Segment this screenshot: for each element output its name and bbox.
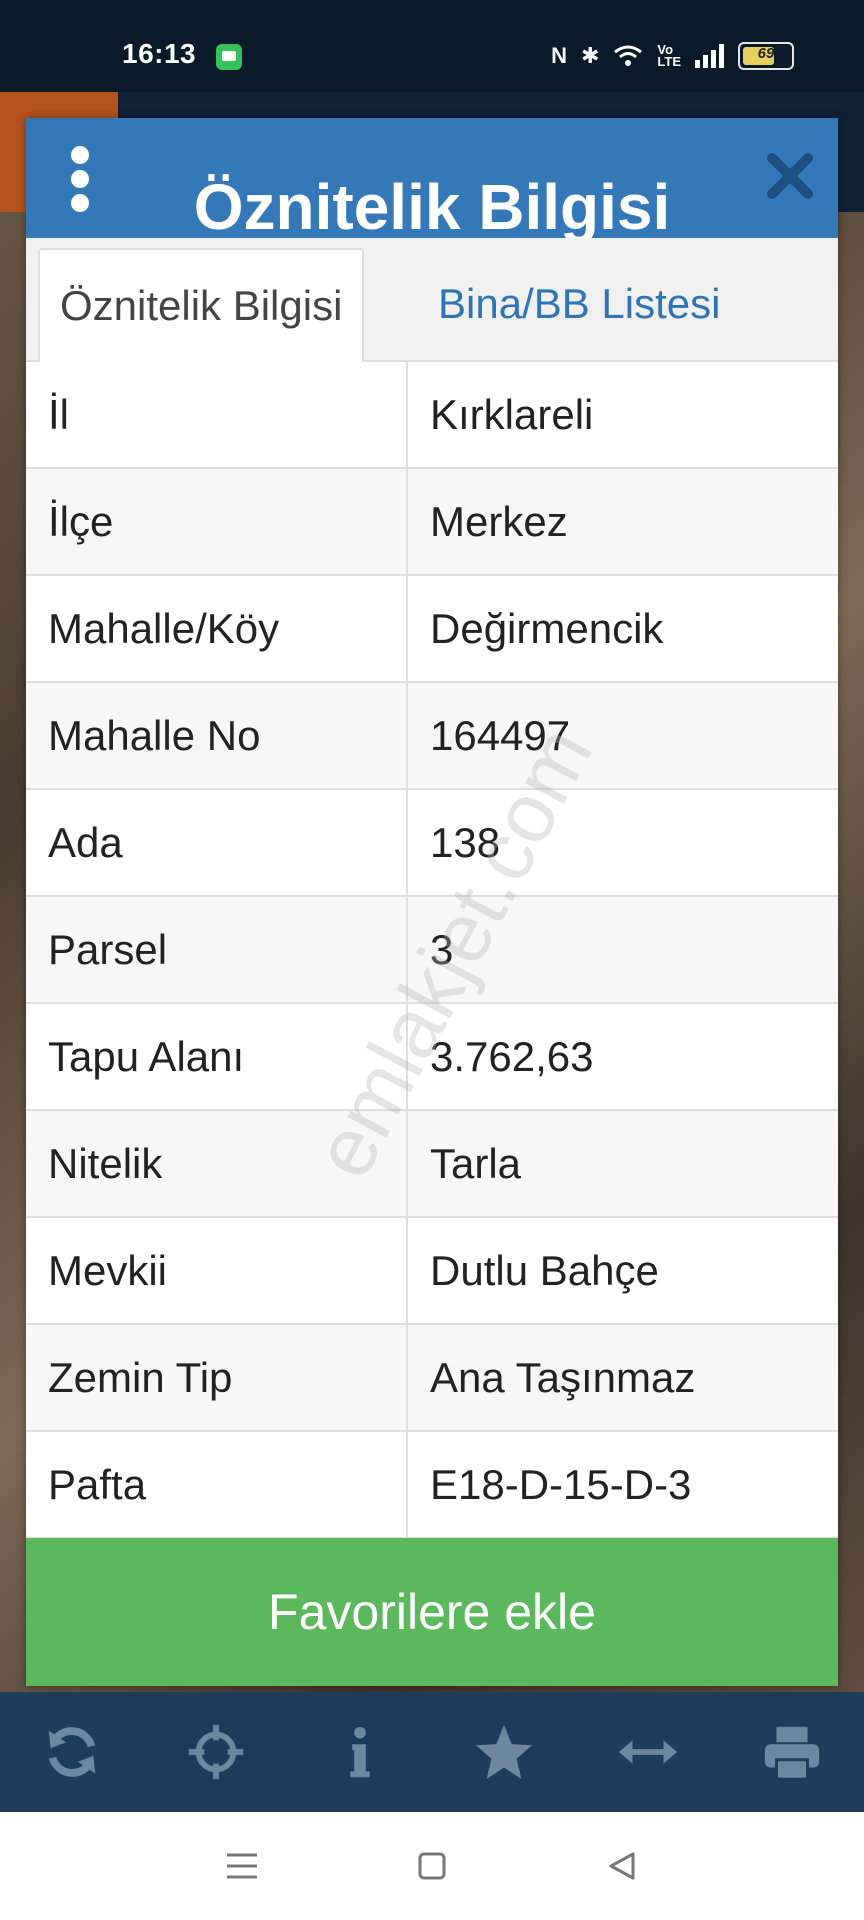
- tab-attribute-info[interactable]: Öznitelik Bilgisi: [38, 248, 365, 364]
- recent-apps-icon[interactable]: [222, 1846, 262, 1886]
- status-icons: N ✱ Vo LTE 69: [551, 42, 794, 70]
- battery-level: 69: [757, 45, 775, 62]
- nfc-icon: N: [551, 43, 567, 68]
- row-key: Mahalle No: [26, 683, 408, 788]
- row-value: 138: [430, 819, 501, 866]
- table-row: Nitelik Tarla: [26, 1111, 838, 1218]
- row-key: Pafta: [26, 1432, 408, 1537]
- print-icon[interactable]: [757, 1717, 827, 1787]
- table-row: Mahalle No 164497: [26, 683, 838, 790]
- row-value: Dutlu Bahçe: [430, 1247, 659, 1294]
- bottom-toolbar: [0, 1692, 864, 1812]
- arrows-horizontal-icon[interactable]: [613, 1717, 683, 1787]
- table-row: Pafta E18-D-15-D-3: [26, 1432, 838, 1539]
- volte-icon: Vo LTE: [657, 42, 681, 69]
- status-time: 16:13: [122, 38, 197, 69]
- row-key: Ada: [26, 790, 408, 895]
- row-value: E18-D-15-D-3: [430, 1461, 692, 1508]
- row-key: Zemin Tip: [26, 1325, 408, 1430]
- row-value: 3: [430, 926, 454, 973]
- bluetooth-icon: ✱: [580, 43, 600, 68]
- table-row: İlçe Merkez: [26, 469, 838, 576]
- table-row: Zemin Tip Ana Taşınmaz: [26, 1325, 838, 1432]
- row-key: Mevkii: [26, 1218, 408, 1323]
- table-row: Mahalle/Köy Değirmencik: [26, 576, 838, 683]
- row-value: Kırklareli: [430, 391, 594, 438]
- home-icon[interactable]: [412, 1846, 452, 1886]
- dialog-title: Öznitelik Bilgisi: [193, 171, 671, 238]
- battery-icon: 69: [738, 42, 794, 70]
- wifi-icon: [614, 45, 643, 66]
- row-key: İl: [26, 362, 408, 467]
- table-row: İl Kırklareli: [26, 362, 838, 469]
- row-value: Merkez: [430, 498, 568, 545]
- system-nav-bar: [0, 1812, 864, 1920]
- table-row: Mevkii Dutlu Bahçe: [26, 1218, 838, 1325]
- table-row: Parsel 3: [26, 897, 838, 1004]
- info-icon[interactable]: [325, 1717, 395, 1787]
- back-icon[interactable]: [602, 1846, 642, 1886]
- table-row: Ada 138: [26, 790, 838, 897]
- row-value: Değirmencik: [430, 605, 664, 652]
- star-icon[interactable]: [469, 1717, 539, 1787]
- signal-icon: [695, 44, 724, 68]
- dialog-header: Öznitelik Bilgisi: [26, 118, 838, 238]
- crosshair-icon[interactable]: [181, 1717, 251, 1787]
- attribute-table: İl Kırklareli İlçe Merkez Mahalle/Köy De…: [26, 362, 838, 1539]
- row-value: Ana Taşınmaz: [430, 1354, 696, 1401]
- row-value: Tarla: [430, 1140, 522, 1187]
- close-icon[interactable]: [762, 148, 818, 204]
- row-value: 164497: [430, 712, 571, 759]
- table-row: Tapu Alanı 3.762,63: [26, 1004, 838, 1111]
- attribute-dialog: Öznitelik Bilgisi Öznitelik Bilgisi Bina…: [26, 118, 838, 1686]
- row-key: Mahalle/Köy: [26, 576, 408, 681]
- tab-building-list[interactable]: Bina/BB Listesi: [418, 248, 740, 360]
- status-bar: 16:13 N ✱ Vo LTE 69: [0, 0, 864, 92]
- messages-app-icon: [216, 44, 242, 70]
- row-key: İlçe: [26, 469, 408, 574]
- row-value: 3.762,63: [430, 1033, 594, 1080]
- row-key: Nitelik: [26, 1111, 408, 1216]
- add-favorite-button[interactable]: Favorilere ekle: [26, 1538, 838, 1686]
- row-key: Parsel: [26, 897, 408, 1002]
- row-key: Tapu Alanı: [26, 1004, 408, 1109]
- refresh-icon[interactable]: [37, 1717, 107, 1787]
- tab-bar: Öznitelik Bilgisi Bina/BB Listesi: [26, 238, 838, 364]
